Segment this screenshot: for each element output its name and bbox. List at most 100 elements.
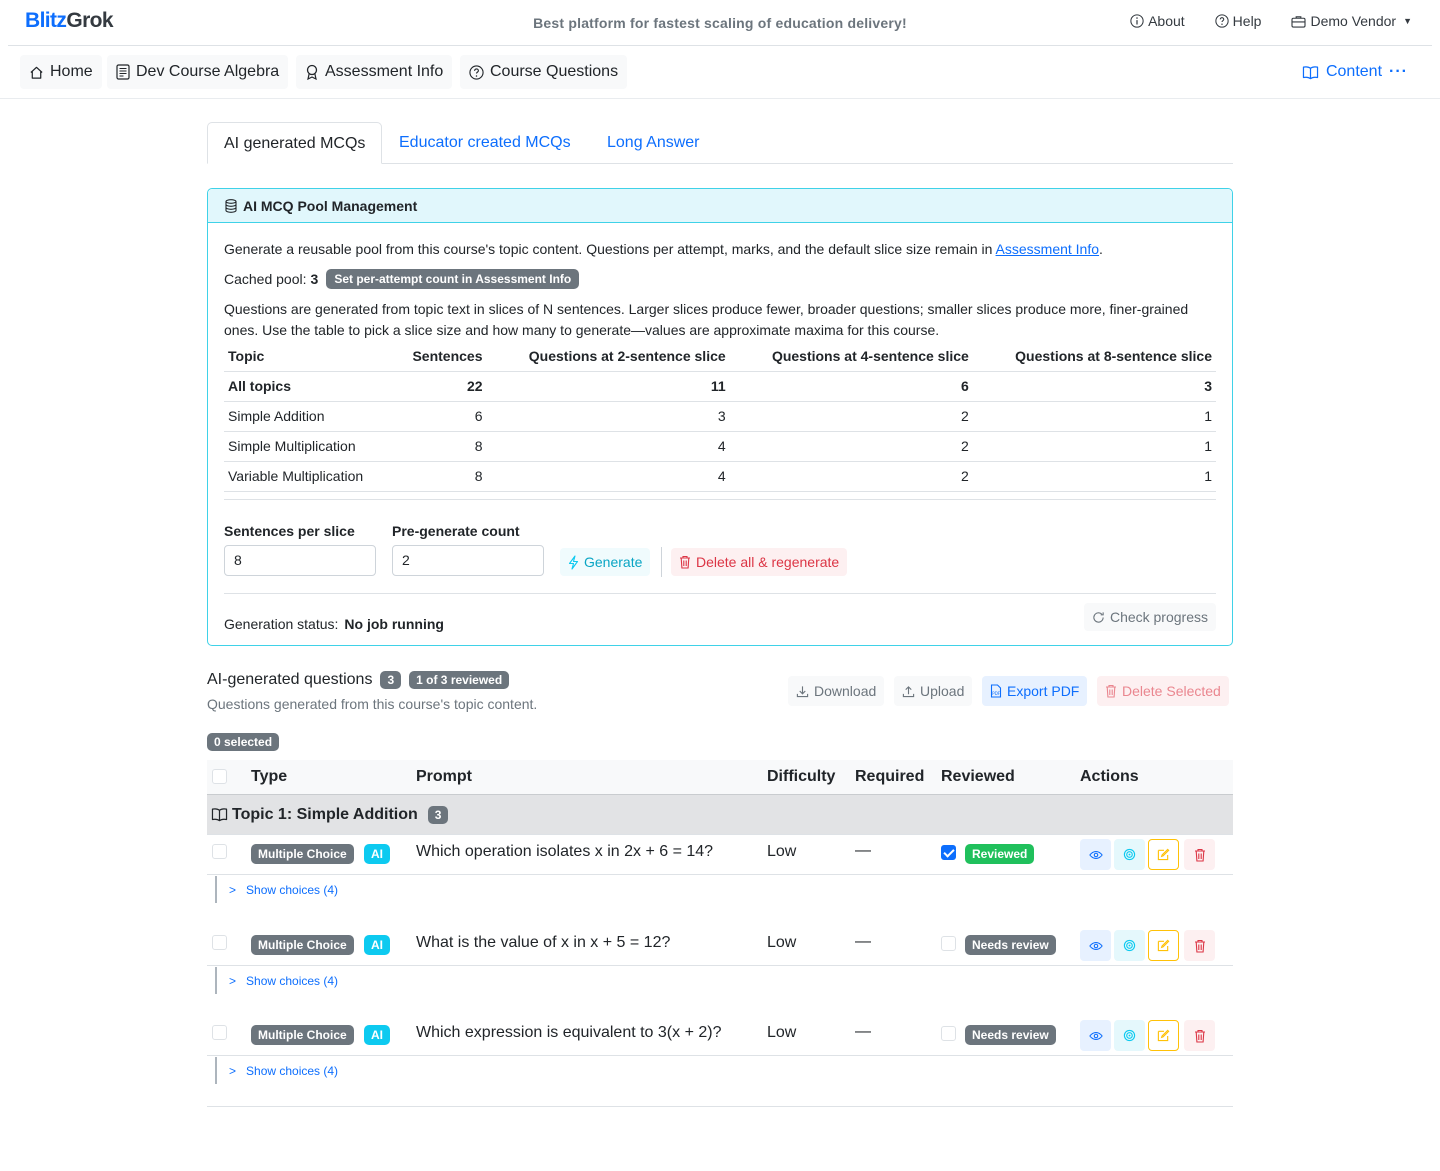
nav-home[interactable]: Home [20, 55, 102, 89]
top-links: About Help Demo Vendor ▼ [1130, 13, 1412, 29]
type-badge: Multiple Choice [251, 844, 354, 864]
reviewed-checkbox[interactable] [941, 1026, 956, 1041]
delete-button[interactable] [1184, 930, 1215, 961]
review-status-badge: Needs review [965, 1025, 1056, 1045]
edit-button[interactable] [1148, 839, 1179, 870]
target-icon [1123, 1029, 1136, 1042]
type-badge: Multiple Choice [251, 1025, 354, 1045]
chevron-right-icon: > [229, 973, 237, 988]
trash-icon [1194, 848, 1205, 862]
review-status-badge: Reviewed [965, 844, 1035, 864]
question-difficulty: Low [767, 1024, 797, 1041]
delete-regenerate-button[interactable]: Delete all & regenerate [671, 548, 848, 576]
export-pdf-button[interactable]: PDF Export PDF [982, 676, 1088, 706]
tab-educator-mcqs[interactable]: Educator created MCQs [383, 122, 587, 164]
question-line: Multiple Choice AI Which expression is e… [207, 1016, 1233, 1056]
edit-button[interactable] [1148, 1020, 1179, 1051]
edit-icon [1157, 1029, 1170, 1042]
pdf-icon: PDF [990, 684, 1002, 698]
question-row: Multiple Choice AI Which expression is e… [207, 1016, 1233, 1107]
show-choices-toggle[interactable]: > Show choices (4) [215, 967, 338, 994]
row-select-checkbox[interactable] [212, 844, 227, 859]
question-row: Multiple Choice AI What is the value of … [207, 926, 1233, 1017]
col-sentences: Sentences [412, 347, 483, 364]
col-4-slice: Questions at 4-sentence slice [771, 347, 969, 364]
help-icon [1215, 14, 1229, 28]
refresh-icon [1093, 611, 1104, 623]
questions-count-badge: 3 [380, 671, 402, 689]
question-prompt: Which operation isolates x in 2x + 6 = 1… [416, 843, 714, 860]
per-attempt-badge[interactable]: Set per-attempt count in Assessment Info [326, 269, 580, 289]
show-choices-toggle[interactable]: > Show choices (4) [215, 876, 338, 903]
nav-questions[interactable]: Course Questions [460, 55, 628, 89]
question-prompt: What is the value of x in x + 5 = 12? [416, 934, 671, 951]
pregen-count-label: Pre-generate count [392, 523, 520, 539]
document-icon [116, 64, 130, 80]
assessment-info-link[interactable]: Assessment Info [996, 241, 1100, 257]
question-difficulty: Low [767, 934, 797, 951]
reviewed-count-badge: 1 of 3 reviewed [409, 671, 510, 689]
question-required: — [855, 842, 871, 859]
row-select-checkbox[interactable] [212, 935, 227, 950]
vendor-dropdown[interactable]: Demo Vendor ▼ [1291, 13, 1412, 29]
target-button[interactable] [1114, 930, 1145, 961]
questions-heading: AI-generated questions 3 1 of 3 reviewed [207, 671, 510, 689]
book-icon [1302, 65, 1319, 79]
check-progress-button[interactable]: Check progress [1083, 603, 1216, 631]
target-icon [1123, 939, 1136, 952]
book-icon [211, 808, 228, 822]
question-required: — [855, 1023, 871, 1040]
delete-selected-button[interactable]: Delete Selected [1097, 676, 1229, 706]
home-icon [30, 66, 43, 79]
view-button[interactable] [1080, 1020, 1111, 1051]
reviewed-checkbox[interactable] [941, 845, 956, 860]
reviewed-checkbox[interactable] [941, 936, 956, 951]
view-button[interactable] [1080, 930, 1111, 961]
ai-badge: AI [364, 935, 390, 955]
eye-icon [1088, 1031, 1103, 1040]
tab-ai-mcqs[interactable]: AI generated MCQs [207, 122, 383, 164]
target-button[interactable] [1114, 1020, 1145, 1051]
questions-subtitle: Questions generated from this course's t… [207, 696, 538, 712]
generate-button[interactable]: Generate [560, 548, 651, 576]
download-icon [796, 685, 809, 697]
edit-button[interactable] [1148, 930, 1179, 961]
col-topic: Topic [228, 347, 265, 364]
target-icon [1123, 848, 1136, 861]
about-link[interactable]: About [1130, 13, 1185, 29]
trash-icon [1194, 1029, 1205, 1043]
trash-icon [1106, 684, 1116, 698]
col-2-slice: Questions at 2-sentence slice [528, 347, 726, 364]
delete-button[interactable] [1184, 839, 1215, 870]
nav-course[interactable]: Dev Course Algebra [107, 55, 289, 89]
col-required: Required [855, 768, 925, 785]
pregen-count-input[interactable]: 2 [392, 545, 544, 576]
question-row: Multiple Choice AI Which operation isola… [207, 835, 1233, 926]
delete-button[interactable] [1184, 1020, 1215, 1051]
topic-title: Topic 1: Simple Addition [232, 805, 418, 823]
download-button[interactable]: Download [788, 676, 885, 706]
svg-text:PDF: PDF [992, 691, 1000, 696]
lightning-icon [568, 554, 579, 570]
type-badge: Multiple Choice [251, 935, 354, 955]
eye-icon [1088, 941, 1103, 950]
target-button[interactable] [1114, 839, 1145, 870]
view-button[interactable] [1080, 839, 1111, 870]
select-all-checkbox[interactable] [212, 769, 227, 784]
slice-size-input[interactable]: 8 [224, 545, 376, 576]
row-select-checkbox[interactable] [212, 1025, 227, 1040]
ai-badge: AI [364, 844, 390, 864]
slice-size-label: Sentences per slice [224, 523, 355, 539]
show-choices-toggle[interactable]: > Show choices (4) [215, 1057, 338, 1084]
topic-group-row[interactable]: Topic 1: Simple Addition 3 [207, 794, 1233, 835]
question-difficulty: Low [767, 843, 797, 860]
slice-table: Topic Sentences Questions at 2-sentence … [224, 341, 1216, 492]
content-menu[interactable]: Content ··· [1302, 63, 1408, 81]
help-link[interactable]: Help [1215, 13, 1261, 29]
nav-assessment[interactable]: Assessment Info [296, 55, 453, 89]
upload-button[interactable]: Upload [894, 676, 973, 706]
table-row: Variable Multiplication 8 4 2 1 [224, 460, 1216, 492]
tab-long-answer[interactable]: Long Answer [591, 122, 716, 164]
question-line: Multiple Choice AI Which operation isola… [207, 835, 1233, 875]
pool-card: AI MCQ Pool Management Generate a reusab… [207, 188, 1233, 646]
